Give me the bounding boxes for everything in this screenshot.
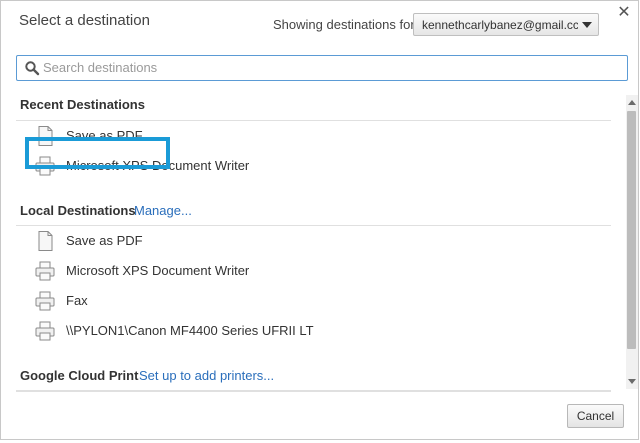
- cancel-button[interactable]: Cancel: [567, 404, 624, 428]
- printer-icon: [35, 321, 55, 341]
- destination-label: \\PYLON1\Canon MF4400 Series UFRII LT: [66, 323, 314, 338]
- local-item-fax[interactable]: Fax: [31, 287, 431, 315]
- printer-icon: [35, 291, 55, 311]
- local-item-save-as-pdf[interactable]: Save as PDF: [31, 227, 431, 255]
- account-dropdown-value: kennethcarlybanez@gmail.cc: [422, 18, 578, 32]
- scroll-thumb[interactable]: [627, 111, 636, 349]
- printer-icon: [35, 261, 55, 281]
- destination-label: Save as PDF: [66, 233, 143, 248]
- divider: [16, 225, 611, 226]
- destination-label: Microsoft XPS Document Writer: [66, 263, 250, 278]
- manage-link[interactable]: Manage...: [134, 203, 192, 218]
- document-icon: [38, 231, 53, 251]
- select-destination-dialog: Select a destination ✕ Showing destinati…: [0, 0, 639, 440]
- search-icon: [25, 61, 40, 76]
- showing-destinations-label: Showing destinations for: [273, 17, 415, 32]
- destination-label: Fax: [66, 293, 88, 308]
- google-cloud-print-heading: Google Cloud Print: [20, 368, 139, 383]
- search-input[interactable]: [43, 58, 613, 77]
- search-field[interactable]: [16, 55, 628, 81]
- dialog-title: Select a destination: [19, 12, 150, 29]
- account-dropdown[interactable]: kennethcarlybanez@gmail.cc: [413, 13, 599, 36]
- destination-list: Recent Destinations Save as PDF Microsof…: [1, 89, 625, 391]
- recent-destinations-heading: Recent Destinations: [20, 97, 145, 112]
- list-scrollbar[interactable]: [626, 95, 638, 389]
- setup-printers-link[interactable]: Set up to add printers...: [139, 368, 274, 383]
- close-icon[interactable]: ✕: [616, 4, 632, 22]
- selection-highlight: [25, 137, 170, 169]
- local-item-xps-writer[interactable]: Microsoft XPS Document Writer: [31, 257, 431, 285]
- local-item-canon-printer[interactable]: \\PYLON1\Canon MF4400 Series UFRII LT: [31, 317, 431, 345]
- local-destinations-heading: Local Destinations: [20, 203, 136, 218]
- chevron-down-icon: [582, 22, 592, 28]
- divider: [16, 120, 611, 121]
- scroll-down-icon[interactable]: [628, 379, 636, 384]
- divider: [16, 391, 611, 392]
- scroll-up-icon[interactable]: [628, 100, 636, 105]
